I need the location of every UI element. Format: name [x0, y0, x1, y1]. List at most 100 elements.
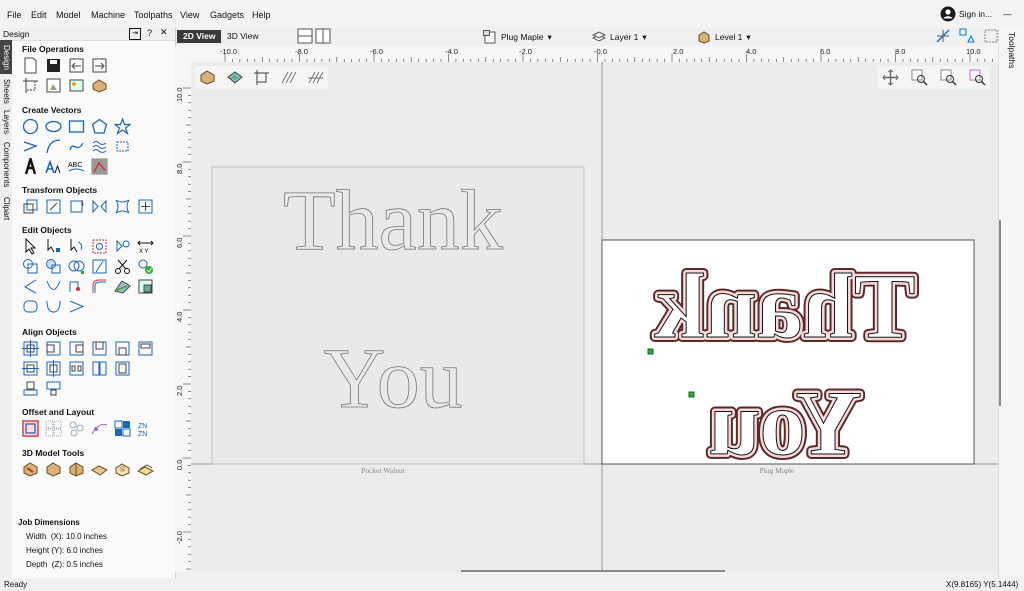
start-point-marker[interactable] — [647, 348, 654, 355]
mirror-icon[interactable] — [91, 198, 108, 215]
selection-box-icon[interactable] — [983, 28, 999, 44]
subtract-icon[interactable] — [45, 258, 62, 275]
layer-dropdown[interactable]: Layer 1 ▾ — [592, 30, 647, 44]
label-layout-icon[interactable] — [114, 420, 131, 437]
align-bottom-center-icon[interactable] — [22, 380, 39, 397]
distort-icon[interactable] — [114, 198, 131, 215]
tab-layers[interactable]: Layers — [0, 108, 12, 136]
create-tabs-icon[interactable] — [114, 278, 131, 295]
ellipse-icon[interactable] — [45, 118, 62, 135]
rounded-rect-icon[interactable] — [22, 298, 39, 315]
center-vertical-icon[interactable] — [45, 360, 62, 377]
array-copy-icon[interactable] — [68, 420, 85, 437]
zoom-selection-icon[interactable] — [969, 69, 986, 86]
tab-clipart[interactable]: Clipart — [0, 194, 12, 224]
menu-edit[interactable]: Edit — [31, 10, 47, 20]
move-icon[interactable] — [22, 198, 39, 215]
text-on-curve-icon[interactable]: ABC — [68, 158, 85, 175]
wave-vector-icon[interactable] — [91, 138, 108, 155]
split-vertical-icon[interactable] — [315, 28, 331, 44]
model-ball-icon[interactable] — [114, 461, 131, 478]
align-bottom-left-icon[interactable] — [45, 380, 62, 397]
trim-icon[interactable] — [114, 258, 131, 275]
u-shape-icon[interactable] — [45, 298, 62, 315]
curve-icon[interactable] — [68, 138, 85, 155]
selection-edit-icon[interactable] — [91, 238, 108, 255]
polygon-icon[interactable] — [91, 118, 108, 135]
circle-icon[interactable] — [22, 118, 39, 135]
tab-design[interactable]: Design — [0, 40, 12, 74]
minimize-icon[interactable]: — — [1003, 9, 1012, 19]
component-dropdown[interactable]: Plug Maple ▾ — [483, 30, 552, 44]
export-icon[interactable] — [91, 57, 108, 74]
zoom-extents-icon[interactable] — [940, 69, 957, 86]
save-icon[interactable] — [45, 57, 62, 74]
horizontal-scrollbar[interactable] — [461, 570, 725, 572]
align-left-icon[interactable] — [45, 340, 62, 357]
new-file-icon[interactable] — [22, 57, 39, 74]
select-icon[interactable] — [22, 238, 39, 255]
set-size-icon[interactable] — [137, 198, 154, 215]
menu-view[interactable]: View — [180, 10, 199, 20]
curve-fit-icon[interactable] — [91, 258, 108, 275]
sign-in-button[interactable]: Sign in... — — [940, 6, 1012, 22]
weld-icon[interactable] — [22, 258, 39, 275]
scale-icon[interactable] — [45, 198, 62, 215]
split-horizontal-icon[interactable] — [297, 28, 313, 44]
copy-along-vector-icon[interactable] — [91, 420, 108, 437]
job-setup-icon[interactable] — [22, 77, 39, 94]
create-component-icon[interactable] — [45, 461, 62, 478]
intersect-icon[interactable] — [68, 258, 85, 275]
bitmap-edit-icon[interactable] — [137, 278, 154, 295]
fillet-icon[interactable] — [22, 278, 39, 295]
level-dropdown[interactable]: Level 1 ▾ — [697, 30, 751, 44]
pan-icon[interactable] — [882, 69, 899, 86]
import-vectors-icon[interactable] — [68, 57, 85, 74]
model-slice-icon[interactable] — [91, 461, 108, 478]
align-bottom-icon[interactable] — [114, 340, 131, 357]
origin-snap-icon[interactable] — [253, 69, 270, 86]
arc-icon[interactable] — [45, 138, 62, 155]
help-icon[interactable]: ? — [147, 28, 152, 38]
transform-handles-icon[interactable] — [959, 28, 975, 44]
pin-panel-icon[interactable]: ⇥ — [129, 28, 141, 40]
import-component-3d-icon[interactable] — [22, 461, 39, 478]
model-sculpt-icon[interactable] — [68, 461, 85, 478]
rectangle-icon[interactable] — [68, 118, 85, 135]
center-horizontal-icon[interactable] — [22, 360, 39, 377]
tab-3d-view[interactable]: 3D View — [221, 30, 265, 43]
chevron-shape-icon[interactable] — [68, 298, 85, 315]
drawing-canvas[interactable]: Thank You Thank Thank Thank You You You … — [191, 62, 998, 572]
align-right-icon[interactable] — [68, 340, 85, 357]
text-icon[interactable] — [22, 158, 39, 175]
distribute-vertical-icon[interactable] — [91, 360, 108, 377]
thank-text-outline[interactable]: Thank — [283, 172, 504, 269]
model-flat-icon[interactable] — [137, 461, 154, 478]
vertical-scrollbar[interactable] — [999, 220, 1001, 406]
polyline-icon[interactable] — [22, 138, 39, 155]
close-icon[interactable]: ✕ — [160, 27, 168, 38]
offset-icon[interactable] — [22, 420, 39, 437]
menu-toolpaths[interactable]: Toolpaths — [134, 10, 173, 20]
tab-components[interactable]: Components — [0, 140, 12, 190]
fit-to-box-icon[interactable]: ZN ZN — [137, 420, 154, 437]
menu-gadgets[interactable]: Gadgets — [210, 10, 244, 20]
node-edit-icon[interactable] — [45, 238, 62, 255]
group-icon[interactable] — [114, 238, 131, 255]
align-top-edge-icon[interactable] — [137, 340, 154, 357]
zoom-box-icon[interactable] — [911, 69, 928, 86]
join-check-icon[interactable] — [137, 258, 154, 275]
trace-bitmap-icon[interactable] — [91, 158, 108, 175]
import-component-icon[interactable] — [91, 77, 108, 94]
snap-icon[interactable] — [935, 28, 951, 44]
start-point-marker[interactable] — [688, 391, 695, 398]
bitmap-view-icon[interactable] — [226, 69, 243, 86]
nesting-icon[interactable] — [45, 420, 62, 437]
menu-help[interactable]: Help — [252, 10, 271, 20]
rotate-icon[interactable] — [68, 198, 85, 215]
import-bitmap-icon[interactable] — [68, 77, 85, 94]
dimensions-xy-icon[interactable]: X Y — [137, 238, 154, 255]
tab-toolpaths[interactable]: Toolpaths — [1007, 32, 1017, 68]
tab-sheets[interactable]: Sheets — [0, 76, 12, 106]
import-model-icon[interactable] — [45, 77, 62, 94]
